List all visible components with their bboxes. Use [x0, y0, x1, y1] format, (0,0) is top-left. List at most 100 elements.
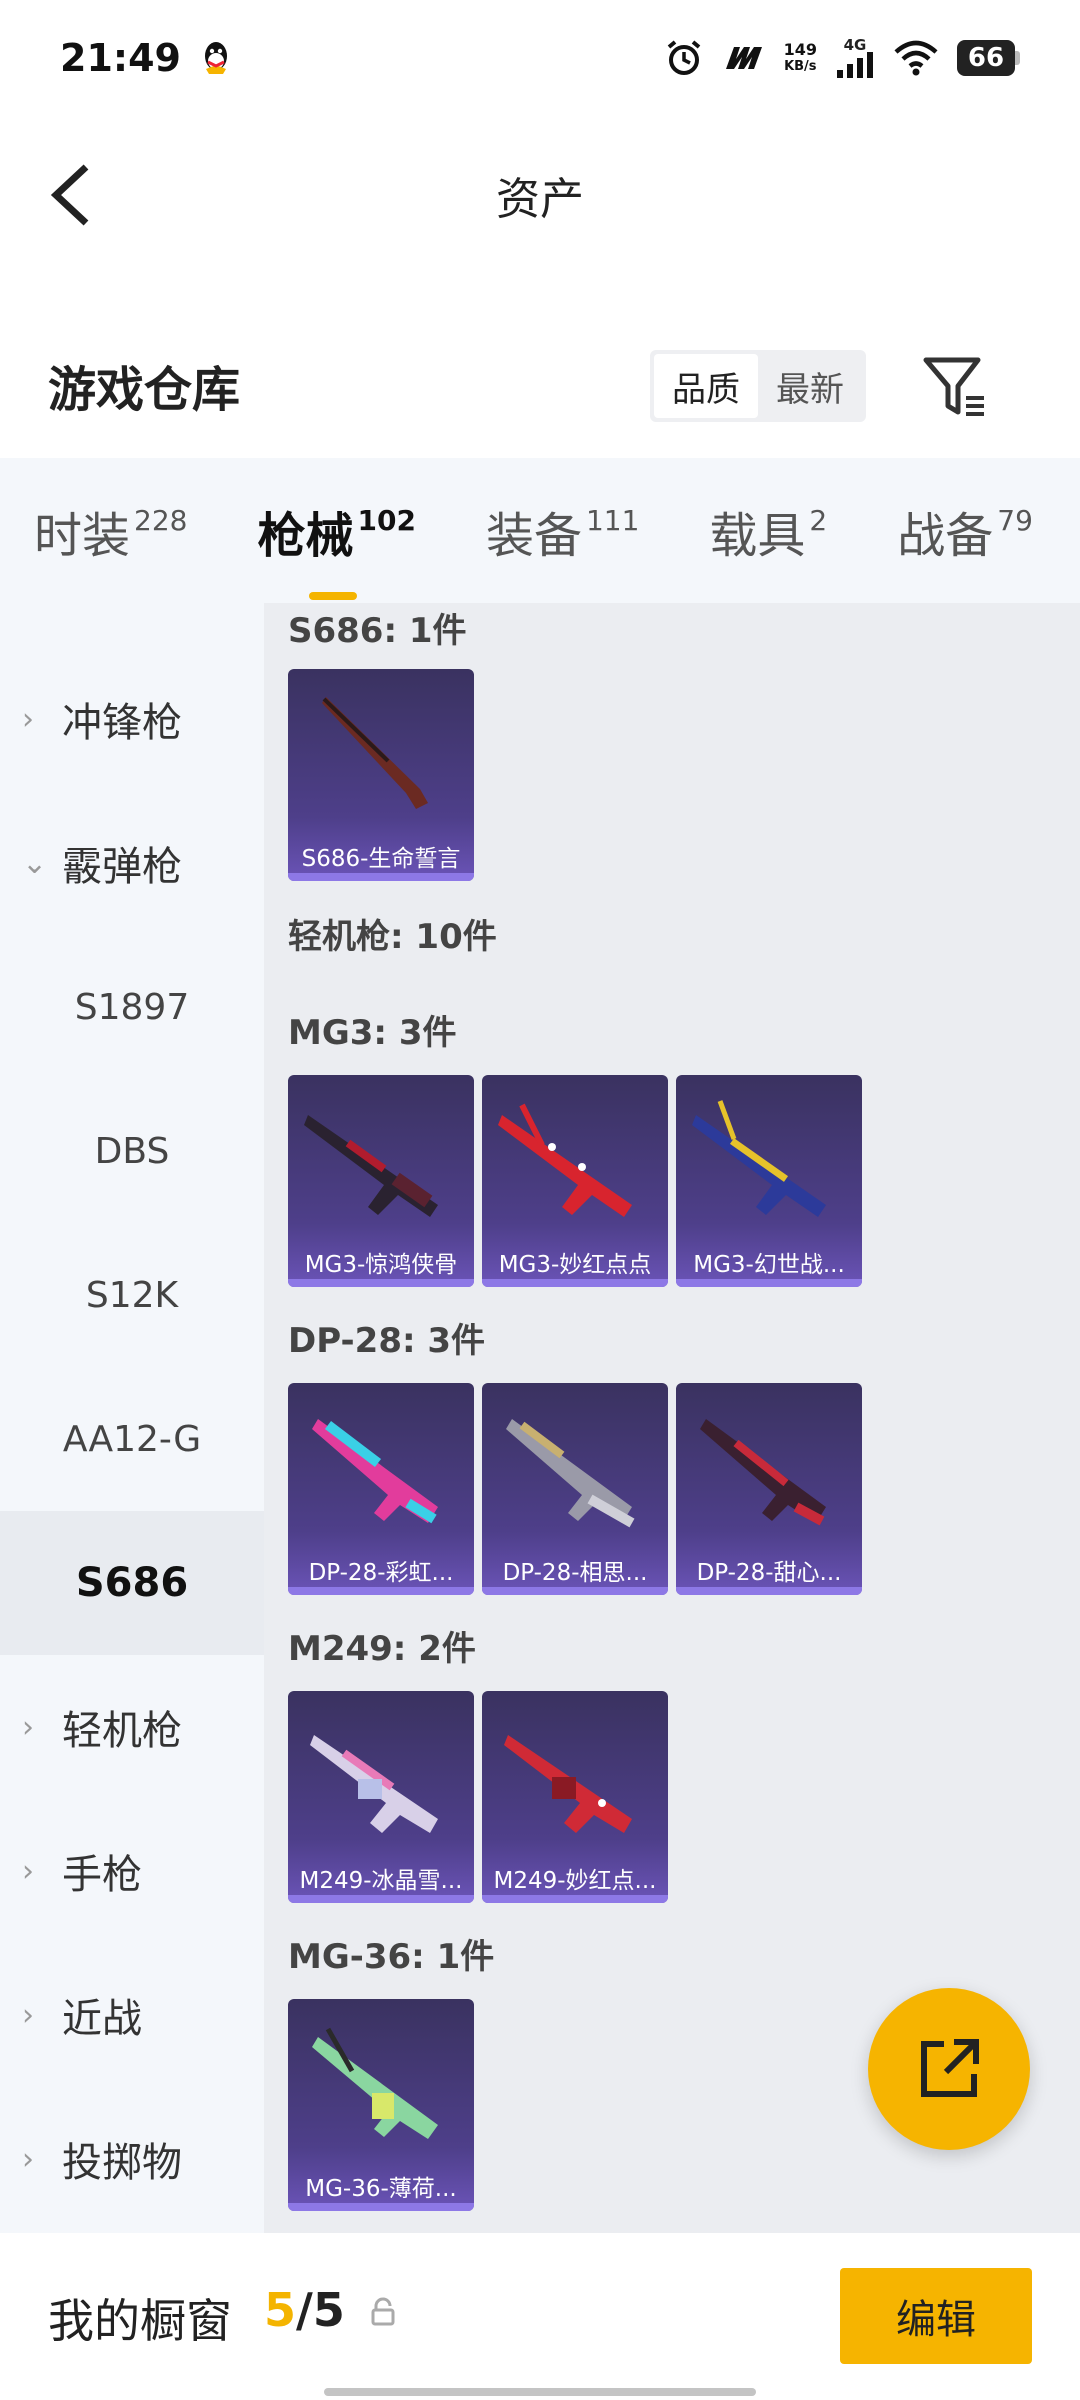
item-card[interactable]: M249-妙红点...	[482, 1691, 668, 1903]
signal-group: 4G	[835, 35, 875, 78]
showcase-total: 5	[312, 2283, 345, 2337]
active-tab-indicator	[309, 591, 358, 600]
sidebar-item-dbs[interactable]: DBS	[0, 1079, 264, 1223]
chevron-down-icon: ⌄	[22, 845, 48, 881]
share-button[interactable]	[868, 1988, 1030, 2150]
sidebar-item-aa12g[interactable]: AA12-G	[0, 1367, 264, 1511]
sidebar-item-label: 近战	[62, 1996, 142, 2042]
tab-label: 时装	[34, 507, 131, 564]
rarity-bar	[288, 2203, 474, 2211]
sidebar-item-label: 冲锋枪	[62, 700, 182, 746]
section-label: DP-28: 3件	[288, 1321, 486, 1361]
tab-count: 2	[809, 503, 828, 537]
item-name: DP-28-彩虹...	[308, 1560, 454, 1586]
item-card[interactable]: MG-36-薄荷...	[288, 1999, 474, 2211]
title-bar: 资产	[0, 120, 1080, 270]
sidebar-item-s1897[interactable]: S1897	[0, 935, 264, 1079]
sidebar-item-melee[interactable]: › 近战	[0, 1943, 264, 2087]
sidebar-item-shotgun[interactable]: ⌄ 霰弹枪	[0, 791, 264, 935]
sidebar-item-label: 投掷物	[62, 2140, 182, 2186]
warehouse-header: 游戏仓库 品质 最新	[0, 330, 1080, 440]
sort-toggle: 品质 最新	[650, 350, 866, 422]
machine-gun-icon	[692, 1100, 826, 1217]
shotgun-icon	[322, 697, 428, 809]
net-speed-value: 149	[783, 39, 817, 59]
share-icon	[921, 2039, 979, 2097]
item-name: MG3-幻世战...	[693, 1252, 845, 1278]
sidebar-item-smg[interactable]: › 冲锋枪	[0, 647, 264, 791]
chevron-right-icon: ›	[22, 2141, 34, 2177]
rarity-bar	[288, 1895, 474, 1903]
item-name: DP-28-相思...	[502, 1560, 648, 1586]
status-icons: 149 KB/s 4G 66	[664, 35, 1020, 78]
edit-button[interactable]: 编辑	[840, 2268, 1032, 2364]
wifi-icon	[894, 40, 938, 75]
network-type: 4G	[843, 35, 867, 54]
tab-supplies[interactable]: 战备 79	[897, 496, 1033, 566]
item-card[interactable]: S686-生命誓言	[288, 669, 474, 881]
sort-latest[interactable]: 最新	[758, 354, 862, 418]
sidebar-item-pistol[interactable]: › 手枪	[0, 1799, 264, 1943]
rifle-icon	[506, 1419, 635, 1528]
tab-fashion[interactable]: 时装 228	[34, 496, 187, 566]
tab-guns[interactable]: 枪械 102	[257, 496, 416, 600]
tab-count: 111	[585, 503, 640, 537]
item-card[interactable]: MG3-幻世战...	[676, 1075, 862, 1287]
sidebar-item-label: 手枪	[62, 1852, 142, 1898]
item-card[interactable]: M249-冰晶雪...	[288, 1691, 474, 1903]
rarity-bar	[676, 1587, 862, 1595]
chevron-right-icon: ›	[22, 701, 34, 737]
tab-equipment[interactable]: 装备 111	[486, 496, 639, 566]
item-name: M249-妙红点...	[493, 1868, 657, 1894]
machine-gun-icon	[498, 1103, 632, 1217]
section-label: S686: 1件	[288, 611, 467, 651]
item-name: M249-冰晶雪...	[299, 1868, 463, 1894]
sidebar-item-s686[interactable]: S686	[0, 1511, 264, 1655]
item-card[interactable]: MG3-妙红点点	[482, 1075, 668, 1287]
chevron-right-icon: ›	[22, 1997, 34, 2033]
section-label: MG3: 3件	[288, 1013, 457, 1053]
rifle-icon	[312, 1419, 438, 1524]
chevron-right-icon: ›	[22, 1709, 34, 1745]
status-time: 21:49	[60, 35, 181, 80]
machine-gun-icon	[310, 1735, 438, 1833]
showcase-label: 我的橱窗	[48, 2294, 232, 2348]
rarity-bar	[482, 1895, 668, 1903]
sort-quality[interactable]: 品质	[654, 354, 758, 418]
back-button[interactable]	[40, 160, 100, 230]
signal-icon	[837, 51, 873, 78]
net-speed: 149 KB/s	[784, 41, 817, 75]
tab-count: 102	[357, 503, 416, 537]
tab-count: 228	[134, 503, 188, 537]
warehouse-title: 游戏仓库	[48, 362, 241, 418]
rarity-bar	[288, 1587, 474, 1595]
sidebar-item-throwable[interactable]: › 投掷物	[0, 2087, 264, 2231]
tab-vehicles[interactable]: 载具 2	[709, 496, 827, 566]
battery-level: 66	[957, 39, 1015, 76]
rarity-bar	[482, 1279, 668, 1287]
qq-icon	[204, 41, 227, 74]
tab-label: 装备	[485, 507, 582, 564]
sidebar-item-lmg[interactable]: › 轻机枪	[0, 1655, 264, 1799]
showcase-bar: 我的橱窗 5/5 编辑	[0, 2233, 1080, 2400]
tab-count: 79	[997, 503, 1033, 537]
page-title: 资产	[496, 174, 584, 225]
showcase-current: 5	[264, 2283, 297, 2337]
rarity-bar	[676, 1279, 862, 1287]
rifle-icon	[700, 1419, 826, 1526]
item-name: MG3-惊鸿侠骨	[304, 1252, 458, 1278]
net-speed-unit: KB/s	[784, 58, 817, 74]
item-card[interactable]: DP-28-甜心...	[676, 1383, 862, 1595]
sidebar-item-s12k[interactable]: S12K	[0, 1223, 264, 1367]
chevron-right-icon: ›	[22, 1853, 34, 1889]
item-card[interactable]: DP-28-彩虹...	[288, 1383, 474, 1595]
section-label: M249: 2件	[288, 1629, 476, 1669]
alarm-icon	[667, 39, 700, 75]
category-tabs: 时装 228 枪械 102 装备 111 载具 2 战备 79	[0, 458, 1080, 603]
filter-icon[interactable]	[920, 352, 990, 422]
tab-label: 战备	[897, 507, 994, 564]
showcase-count: 5/5	[264, 2283, 345, 2337]
item-card[interactable]: MG3-惊鸿侠骨	[288, 1075, 474, 1287]
battery-tip	[1015, 50, 1020, 65]
item-card[interactable]: DP-28-相思...	[482, 1383, 668, 1595]
